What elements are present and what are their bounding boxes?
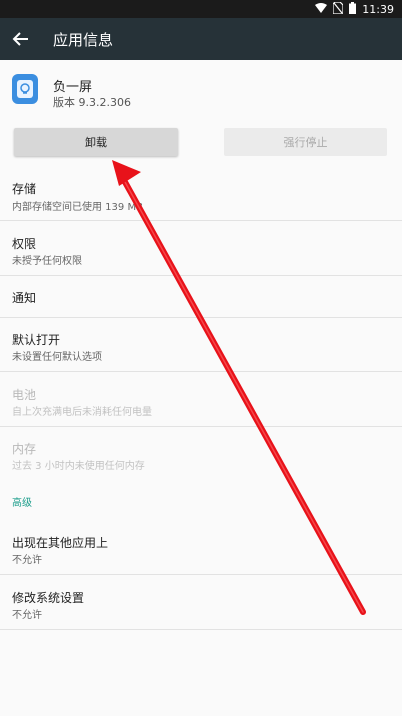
row-title: 通知	[12, 291, 37, 305]
app-launcher-icon	[12, 74, 38, 104]
row-title: 存储	[12, 182, 37, 196]
row-title: 权限	[12, 237, 37, 251]
app-version: 版本 9.3.2.306	[53, 96, 131, 109]
memory-row: 内存 过去 3 小时内未使用任何内存	[0, 427, 402, 480]
clock: 11:39	[362, 3, 394, 16]
draw-over-apps-row[interactable]: 出现在其他应用上 不允许	[0, 521, 402, 575]
row-title: 内存	[12, 442, 37, 456]
row-title: 默认打开	[12, 333, 61, 347]
uninstall-button[interactable]: 卸载	[14, 128, 178, 156]
row-subtitle: 自上次充满电后未消耗任何电量	[12, 407, 152, 418]
permissions-row[interactable]: 权限 未授予任何权限	[0, 221, 402, 276]
row-title: 电池	[12, 388, 37, 402]
row-subtitle: 内部存储空间已使用 139 MB	[12, 202, 143, 213]
storage-row[interactable]: 存储 内部存储空间已使用 139 MB	[0, 170, 402, 221]
row-subtitle: 未授予任何权限	[12, 256, 82, 267]
app-name: 负一屏	[53, 80, 93, 95]
modify-system-settings-row[interactable]: 修改系统设置 不允许	[0, 575, 402, 630]
row-title: 出现在其他应用上	[12, 536, 109, 550]
no-sim-icon	[332, 1, 344, 17]
battery-icon	[349, 2, 357, 17]
page-title: 应用信息	[53, 31, 114, 49]
app-header: 负一屏 版本 9.3.2.306	[0, 60, 402, 120]
open-by-default-row[interactable]: 默认打开 未设置任何默认选项	[0, 318, 402, 372]
row-subtitle: 未设置任何默认选项	[12, 352, 102, 363]
row-subtitle: 过去 3 小时内未使用任何内存	[12, 461, 145, 472]
wifi-icon	[315, 3, 328, 16]
row-title: 修改系统设置	[12, 591, 85, 605]
row-subtitle: 不允许	[12, 610, 42, 621]
battery-row: 电池 自上次充满电后未消耗任何电量	[0, 372, 402, 427]
status-bar: 11:39	[0, 0, 402, 18]
notifications-row[interactable]: 通知	[0, 276, 402, 318]
app-bar: 应用信息	[0, 18, 402, 60]
force-stop-button[interactable]: 强行停止	[224, 128, 387, 156]
advanced-section-header: 高级	[12, 498, 32, 509]
back-arrow-icon[interactable]	[10, 29, 32, 49]
row-subtitle: 不允许	[12, 555, 42, 566]
